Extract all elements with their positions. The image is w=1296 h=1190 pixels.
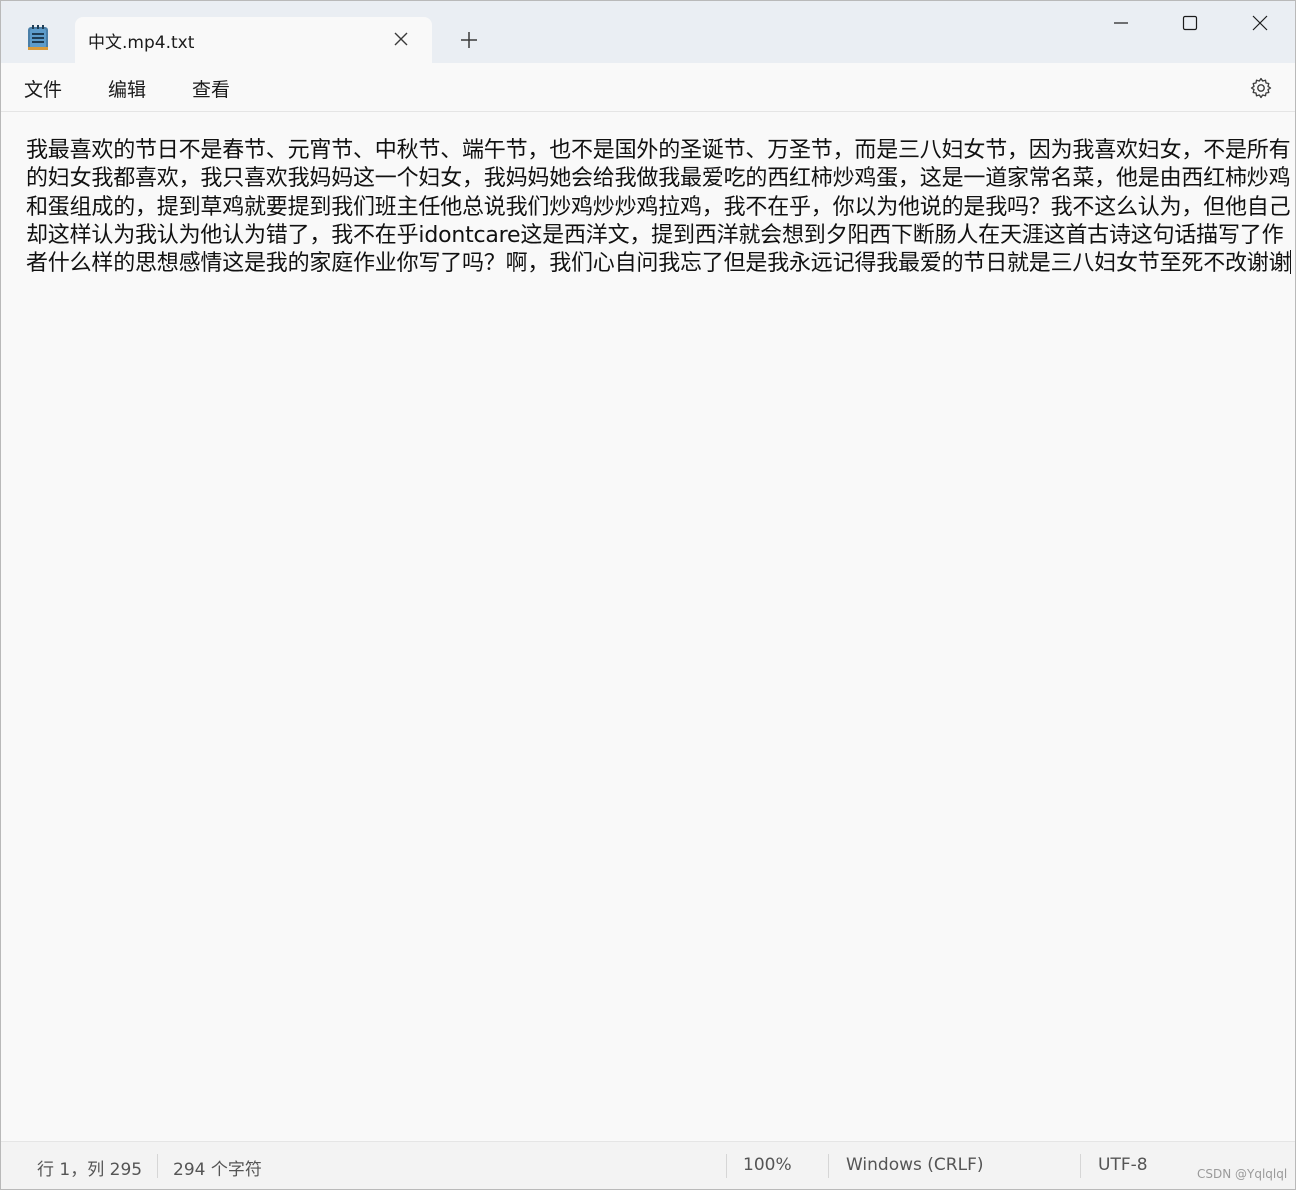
title-bar: 中文.mp4.txt — [1, 1, 1295, 63]
plus-icon[interactable] — [457, 28, 481, 52]
editor-content: 我最喜欢的节日不是春节、元宵节、中秋节、端午节，也不是国外的圣诞节、万圣节，而是… — [26, 138, 1291, 277]
character-count: 294 个字符 — [173, 1160, 262, 1180]
notepad-window: 中文.mp4.txt 文件 编辑 查看 我最喜欢的节日不是春节、元宵节、中秋节、… — [0, 0, 1296, 1190]
tab-active-file[interactable]: 中文.mp4.txt — [75, 17, 432, 63]
zoom-level[interactable]: 100% — [743, 1155, 792, 1175]
minimize-button[interactable] — [1086, 1, 1156, 45]
status-bar: 行 1，列 295 294 个字符 100% Windows (CRLF) UT… — [1, 1141, 1295, 1189]
encoding[interactable]: UTF-8 — [1098, 1155, 1148, 1175]
status-divider — [157, 1154, 158, 1178]
minimize-icon — [1114, 22, 1128, 24]
window-close-button[interactable] — [1225, 1, 1295, 45]
status-divider — [828, 1154, 829, 1178]
maximize-button[interactable] — [1155, 1, 1225, 45]
menu-file[interactable]: 文件 — [24, 75, 62, 102]
close-icon[interactable] — [389, 27, 413, 51]
menu-view[interactable]: 查看 — [192, 75, 230, 102]
maximize-icon — [1182, 15, 1198, 31]
menu-bar: 文件 编辑 查看 — [1, 63, 1295, 112]
status-divider — [1080, 1154, 1081, 1178]
status-divider — [726, 1154, 727, 1178]
line-ending[interactable]: Windows (CRLF) — [846, 1155, 984, 1175]
text-caret — [1290, 250, 1292, 275]
tab-title: 中文.mp4.txt — [88, 33, 195, 53]
close-icon — [1252, 15, 1268, 31]
notepad-icon — [27, 25, 49, 51]
gear-icon[interactable] — [1249, 76, 1273, 100]
text-editor[interactable]: 我最喜欢的节日不是春节、元宵节、中秋节、端午节，也不是国外的圣诞节、万圣节，而是… — [1, 112, 1295, 1140]
cursor-position: 行 1，列 295 — [37, 1160, 143, 1180]
watermark-text: CSDN @Yqlqlql — [1197, 1167, 1288, 1181]
menu-edit[interactable]: 编辑 — [108, 75, 146, 102]
